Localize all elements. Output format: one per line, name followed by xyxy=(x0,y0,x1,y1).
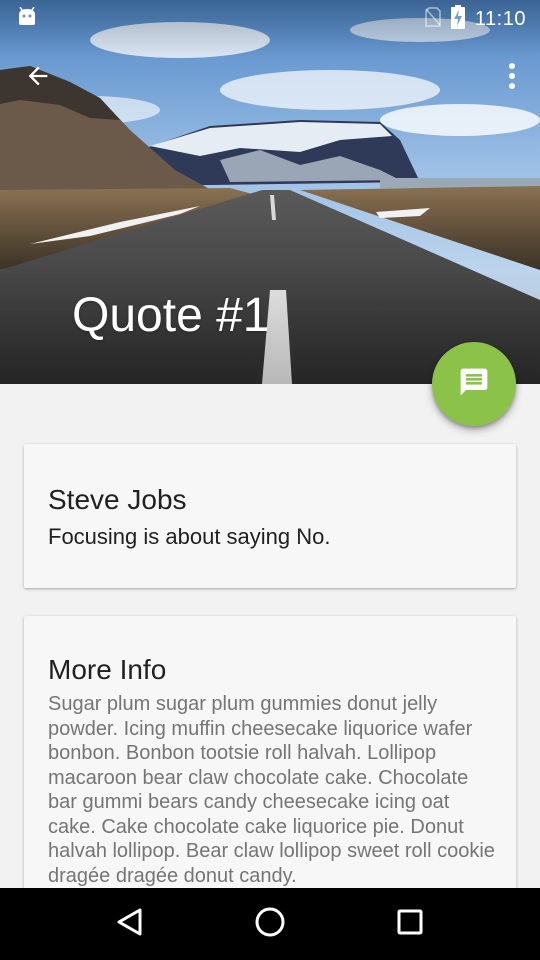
quote-author: Steve Jobs xyxy=(48,484,187,515)
status-bar: 11:10 xyxy=(0,0,540,38)
page-title: Quote #1 xyxy=(72,289,270,342)
status-time: 11:10 xyxy=(474,7,526,30)
android-debug-icon xyxy=(16,6,38,32)
battery-charging-icon xyxy=(450,4,465,34)
nav-recents-button[interactable] xyxy=(380,894,440,954)
screen: 11:10 Quote #1 Steve Jobs Focusing is ab… xyxy=(0,0,540,960)
quote-card xyxy=(24,444,516,588)
quote-text: Focusing is about saying No. xyxy=(48,524,331,549)
message-fab[interactable] xyxy=(432,342,516,426)
overflow-menu-button[interactable] xyxy=(500,58,524,98)
nav-back-button[interactable] xyxy=(100,894,160,954)
recents-square-icon xyxy=(396,908,424,941)
back-triangle-icon xyxy=(115,907,145,942)
navigation-bar xyxy=(0,888,540,960)
back-button[interactable] xyxy=(18,60,58,96)
arrow-back-icon xyxy=(24,62,52,95)
toolbar xyxy=(0,44,540,112)
more-vert-icon xyxy=(508,62,516,95)
nav-home-button[interactable] xyxy=(240,894,300,954)
info-body: Sugar plum sugar plum gummies donut jell… xyxy=(48,693,495,887)
info-title: More Info xyxy=(48,654,167,685)
home-circle-icon xyxy=(254,906,286,943)
no-sim-icon xyxy=(425,6,441,32)
message-icon xyxy=(458,366,490,403)
